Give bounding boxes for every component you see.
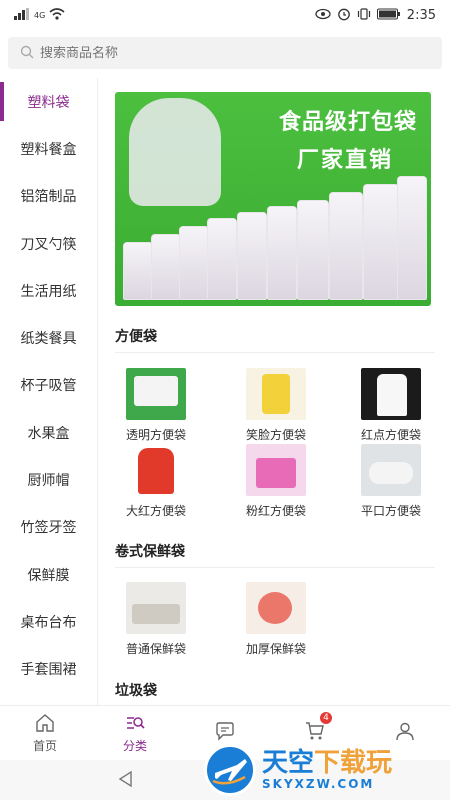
- sidebar-item-label: 塑料袋: [27, 94, 70, 111]
- sidebar-item-cups-straws[interactable]: 杯子吸管: [0, 362, 97, 409]
- search-icon: [20, 44, 34, 63]
- sidebar-item-label: 纸类餐具: [20, 331, 77, 348]
- hanging-bag-image: [129, 98, 221, 206]
- nav-category[interactable]: 分类: [90, 706, 180, 760]
- product-pink-bag[interactable]: 粉红方便袋: [228, 444, 324, 519]
- product-big-red-bag[interactable]: 大红方便袋: [108, 444, 204, 519]
- section-title-roll-bags: 卷式保鲜袋: [115, 544, 185, 560]
- watermark-text: 天空下载玩 SKYXZW.COM: [262, 749, 392, 791]
- product-label: 粉红方便袋: [245, 504, 306, 518]
- sidebar-item-label: 杯子吸管: [20, 378, 77, 395]
- sidebar-item-fruit-boxes[interactable]: 水果盒: [0, 409, 97, 456]
- search-input[interactable]: [40, 45, 400, 61]
- sidebar-item-label: 保鲜膜: [27, 567, 70, 584]
- big-red-bag-image: [126, 444, 186, 496]
- watermark-cn-part1: 天空: [262, 748, 315, 778]
- sidebar-item-skewers[interactable]: 竹签牙签: [0, 504, 97, 551]
- category-search-icon: [127, 716, 145, 729]
- site-watermark: 天空下载玩 SKYXZW.COM: [204, 740, 450, 800]
- banner-subtitle: 厂家直销: [296, 148, 393, 173]
- status-right: 2:35: [315, 7, 436, 24]
- search-bar[interactable]: [8, 37, 442, 69]
- sidebar-item-label: 桌布台布: [20, 614, 77, 631]
- product-label: 大红方便袋: [125, 504, 186, 518]
- section-title-convenience-bags: 方便袋: [115, 329, 157, 345]
- status-left: 4G: [14, 7, 65, 23]
- clock: 2:35: [406, 7, 436, 23]
- back-icon[interactable]: [117, 770, 135, 792]
- sidebar-item-cling-film[interactable]: 保鲜膜: [0, 551, 97, 598]
- product-label: 普通保鲜袋: [125, 642, 186, 656]
- product-label: 红点方便袋: [360, 428, 421, 442]
- product-label: 笑脸方便袋: [245, 428, 306, 442]
- sidebar-item-tablecloth[interactable]: 桌布台布: [0, 598, 97, 645]
- message-icon: [216, 722, 234, 741]
- product-label: 平口方便袋: [360, 504, 421, 518]
- section-divider: [115, 352, 435, 353]
- sidebar-item-label: 生活用纸: [20, 283, 77, 300]
- product-flat-bag[interactable]: 平口方便袋: [343, 444, 439, 519]
- alarm-icon: [337, 7, 351, 24]
- plane-logo-icon: [204, 744, 256, 796]
- section-title-trash-bags: 垃圾袋: [115, 683, 157, 699]
- product-clear-bag[interactable]: 透明方便袋: [108, 368, 204, 443]
- watermark-en: SKYXZW.COM: [262, 777, 375, 791]
- clear-bag-image: [126, 368, 186, 420]
- eye-icon: [315, 8, 331, 23]
- sidebar-item-plastic-bags[interactable]: 塑料袋: [0, 78, 97, 125]
- cart-badge: 4: [320, 712, 332, 724]
- sidebar-item-label: 水果盒: [27, 425, 70, 442]
- home-icon: [36, 713, 54, 732]
- banner-title: 食品级打包袋: [278, 110, 417, 135]
- product-smile-bag[interactable]: 笑脸方便袋: [228, 368, 324, 443]
- category-content: 食品级打包袋 厂家直销 方便袋 透明方便袋 笑脸方便袋 红点方便袋 大红方便袋: [98, 78, 450, 705]
- sidebar-item-plastic-boxes[interactable]: 塑料餐盒: [0, 125, 97, 172]
- nav-category-label: 分类: [122, 738, 147, 753]
- sidebar-item-tissue[interactable]: 生活用纸: [0, 267, 97, 314]
- roll-bag-image: [126, 582, 186, 634]
- product-label: 加厚保鲜袋: [245, 642, 306, 656]
- battery-icon: [376, 8, 401, 23]
- sidebar-item-label: 刀叉勺筷: [20, 236, 77, 253]
- sidebar-item-label: 厨师帽: [27, 473, 70, 490]
- sidebar-item-gloves-aprons[interactable]: 手套围裙: [0, 646, 97, 693]
- vibrate-icon: [357, 7, 371, 23]
- network-type-label: 4G: [34, 10, 46, 20]
- wifi-icon: [49, 7, 65, 23]
- product-thick-fresh-bag[interactable]: 加厚保鲜袋: [228, 582, 324, 657]
- product-red-dot-bag[interactable]: 红点方便袋: [343, 368, 439, 443]
- status-bar: 4G 2:35: [0, 0, 450, 30]
- sidebar-item-label: 手套围裙: [20, 662, 77, 679]
- thick-bag-image: [246, 582, 306, 634]
- nav-home[interactable]: 首页: [0, 706, 90, 760]
- category-sidebar: 塑料袋 塑料餐盒 铝箔制品 刀叉勺筷 生活用纸 纸类餐具 杯子吸管 水果盒 厨师…: [0, 78, 98, 705]
- red-dot-bag-image: [361, 368, 421, 420]
- sidebar-item-chef-hats[interactable]: 厨师帽: [0, 456, 97, 503]
- sidebar-item-label: 竹签牙签: [20, 520, 77, 537]
- sidebar-item-paper-tableware[interactable]: 纸类餐具: [0, 314, 97, 361]
- smile-bag-image: [246, 368, 306, 420]
- promo-banner[interactable]: 食品级打包袋 厂家直销: [115, 92, 431, 306]
- signal-icon: [14, 7, 30, 23]
- sidebar-item-cutlery[interactable]: 刀叉勺筷: [0, 220, 97, 267]
- watermark-cn-part2: 下载玩: [314, 748, 393, 778]
- nav-home-label: 首页: [32, 738, 57, 753]
- product-label: 透明方便袋: [125, 428, 186, 442]
- cart-icon: [306, 722, 324, 740]
- pink-bag-image: [246, 444, 306, 496]
- section-divider: [115, 567, 435, 568]
- product-regular-fresh-bag[interactable]: 普通保鲜袋: [108, 582, 204, 657]
- sidebar-item-label: 铝箔制品: [20, 189, 77, 206]
- user-icon: [396, 722, 414, 741]
- sidebar-item-label: 塑料餐盒: [20, 141, 77, 158]
- sidebar-item-foil-products[interactable]: 铝箔制品: [0, 173, 97, 220]
- flat-bag-image: [361, 444, 421, 496]
